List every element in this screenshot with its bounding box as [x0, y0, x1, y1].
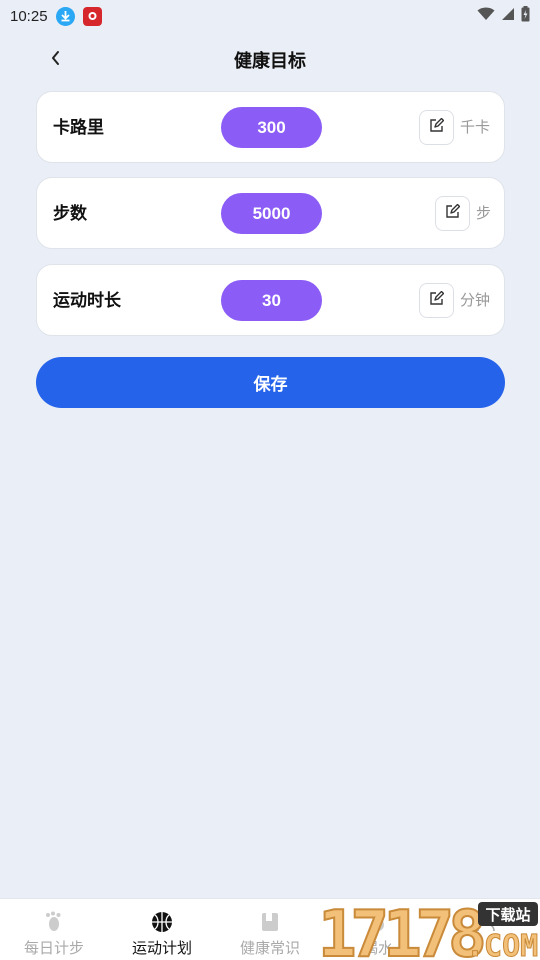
- edit-button[interactable]: [435, 196, 470, 231]
- nav-label: 运动计划: [131, 940, 192, 957]
- status-bar: 10:25: [0, 0, 540, 32]
- back-button[interactable]: [44, 48, 68, 72]
- goal-label: 运动时长: [53, 291, 121, 310]
- edit-button[interactable]: [419, 283, 454, 318]
- goal-unit: 分钟: [460, 292, 491, 309]
- battery-icon: [521, 5, 530, 27]
- goal-value-pill[interactable]: 300: [221, 107, 322, 148]
- goal-label: 步数: [53, 204, 87, 223]
- nav-item-daily-steps[interactable]: 每日计步: [0, 899, 108, 960]
- nav-label: 健康常识: [239, 940, 300, 957]
- nav-item-exercise-plan[interactable]: 运动计划: [108, 899, 216, 960]
- book-icon: [259, 911, 281, 933]
- download-icon: [55, 6, 75, 26]
- wifi-icon: [477, 7, 495, 26]
- signal-icon: [501, 7, 515, 26]
- goal-unit: 千卡: [460, 119, 491, 136]
- chevron-left-icon: [50, 50, 62, 71]
- svg-text:下载站: 下载站: [485, 906, 530, 924]
- goal-value-pill[interactable]: 30: [221, 280, 322, 321]
- goal-unit: 步: [476, 205, 492, 222]
- svg-text:.COM: .COM: [466, 929, 538, 960]
- header: 健康目标: [0, 40, 540, 80]
- goal-value-pill[interactable]: 5000: [221, 193, 322, 234]
- nav-label: 每日计步: [23, 940, 84, 957]
- svg-text:17178: 17178: [318, 900, 483, 960]
- status-time: 10:25: [10, 7, 48, 25]
- watermark-logo: 17178 .COM 下载站: [316, 897, 540, 960]
- footprint-icon: [43, 911, 65, 933]
- edit-button[interactable]: [419, 110, 454, 145]
- nav-item-health-tips[interactable]: 健康常识: [216, 899, 324, 960]
- goal-label: 卡路里: [53, 118, 104, 137]
- app-notification-icon: [82, 6, 102, 26]
- goal-card-calories: 卡路里 300 千卡: [36, 91, 505, 163]
- edit-icon: [429, 290, 445, 311]
- edit-icon: [445, 203, 461, 224]
- save-button[interactable]: 保存: [36, 357, 505, 408]
- basketball-icon: [151, 911, 173, 933]
- page-title: 健康目标: [234, 51, 306, 71]
- goal-card-steps: 步数 5000 步: [36, 177, 505, 249]
- edit-icon: [429, 117, 445, 138]
- goal-card-duration: 运动时长 30 分钟: [36, 264, 505, 336]
